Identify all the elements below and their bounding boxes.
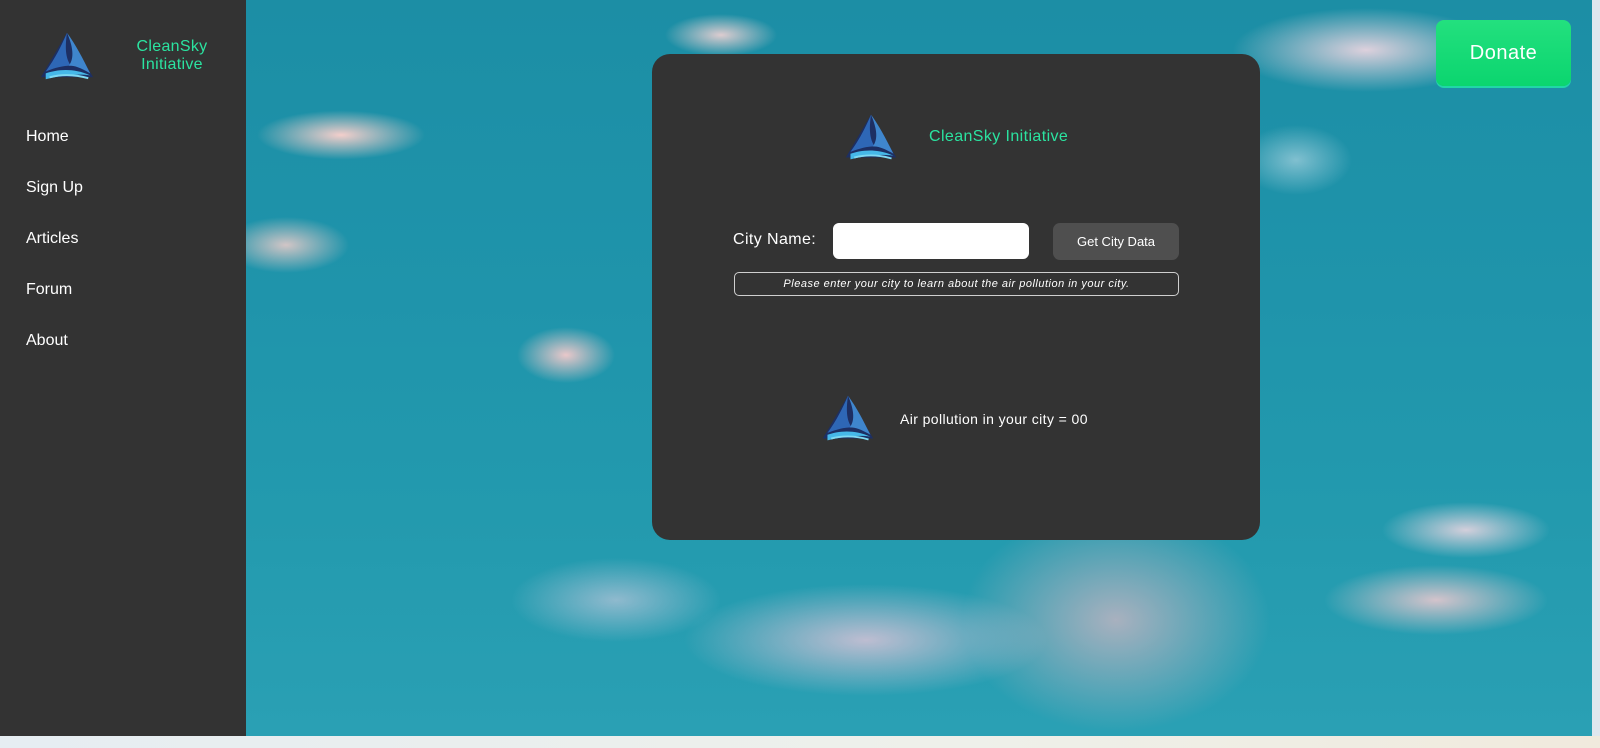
donate-button[interactable]: Donate bbox=[1436, 20, 1571, 86]
get-city-data-button[interactable]: Get City Data bbox=[1053, 223, 1179, 260]
app-viewport: CleanSky Initiative Home Sign Up Article… bbox=[0, 0, 1600, 736]
city-hint-text: Please enter your city to learn about th… bbox=[734, 272, 1179, 296]
logo-icon bbox=[822, 395, 874, 441]
nav-item-sign-up[interactable]: Sign Up bbox=[26, 178, 83, 198]
nav-item-home[interactable]: Home bbox=[26, 127, 83, 147]
air-pollution-result: Air pollution in your city = 00 bbox=[900, 411, 1088, 427]
nav-item-about[interactable]: About bbox=[26, 331, 83, 351]
taskbar bbox=[0, 736, 1600, 748]
logo-icon bbox=[40, 32, 94, 80]
nav-item-articles[interactable]: Articles bbox=[26, 229, 83, 249]
nav-item-forum[interactable]: Forum bbox=[26, 280, 83, 300]
window-right-edge bbox=[1592, 0, 1600, 736]
sidebar: CleanSky Initiative Home Sign Up Article… bbox=[0, 0, 246, 736]
sidebar-brand-text: CleanSky Initiative bbox=[136, 38, 208, 73]
sidebar-brand[interactable]: CleanSky Initiative bbox=[0, 25, 246, 87]
logo-icon bbox=[845, 114, 897, 160]
sidebar-nav: Home Sign Up Articles Forum About bbox=[26, 127, 83, 382]
city-data-card: CleanSky Initiative City Name: Get City … bbox=[652, 54, 1260, 540]
city-name-label: City Name: bbox=[733, 231, 817, 248]
city-name-input[interactable] bbox=[833, 223, 1029, 259]
card-brand-text: CleanSky Initiative bbox=[929, 128, 1069, 145]
